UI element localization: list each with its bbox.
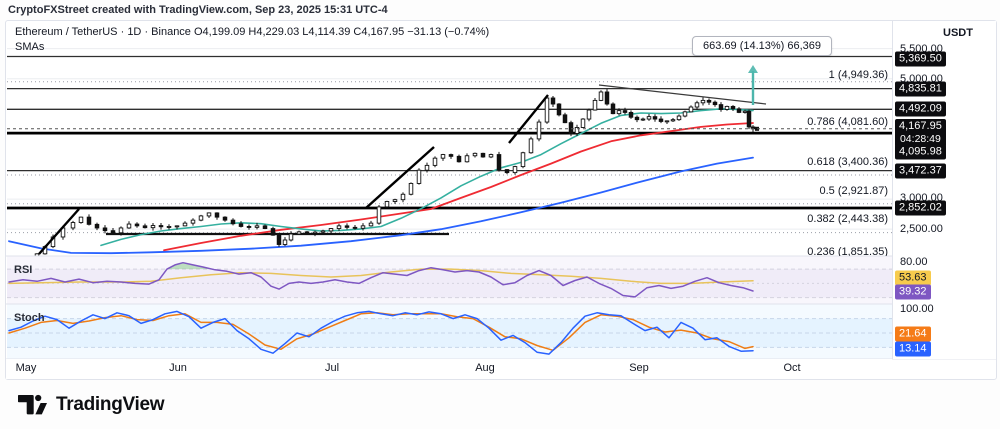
month-label-aug: Aug <box>475 362 495 374</box>
tradingview-logo-icon[interactable] <box>18 392 48 418</box>
price-panel <box>7 49 892 269</box>
chart-canvas[interactable] <box>6 21 996 379</box>
measure-arrow-head <box>748 65 758 73</box>
stoch-value-label: 100.00 <box>900 303 934 315</box>
trendline <box>509 95 548 143</box>
axis-currency-label: USDT <box>943 27 973 39</box>
chart-card: Ethereum / TetherUS · 1D · Binance O4,19… <box>5 20 997 380</box>
month-label-may: May <box>16 362 37 374</box>
trendline <box>599 85 766 104</box>
symbol-name[interactable]: Ethereum / TetherUS <box>15 26 118 38</box>
stoch-panel <box>7 305 892 360</box>
price-axis-label: 4,835.81 <box>895 82 946 97</box>
rsi-panel <box>7 257 892 305</box>
change-value: −31.13 (−0.74%) <box>407 26 489 38</box>
rsi-value-label: 80.00 <box>900 256 928 268</box>
exchange-label[interactable]: Binance <box>151 26 191 38</box>
watermark-text: CryptoFXStreet created with TradingView.… <box>8 4 388 16</box>
rsi-value-label: 53.63 <box>895 271 931 286</box>
price-axis-label: 4,095.98 <box>895 145 946 160</box>
price-axis-label: 2,852.02 <box>895 201 946 216</box>
footer: TradingView <box>18 392 164 418</box>
rsi-value-label: 39.32 <box>895 285 931 300</box>
time-axis[interactable]: May Jun Jul Aug Sep Oct <box>6 359 892 379</box>
price-axis-label: 2,500.00 <box>900 223 943 235</box>
trendline <box>39 209 79 254</box>
legend-separator: · <box>121 26 125 38</box>
indicator-legend-smas[interactable]: SMAs <box>15 41 44 53</box>
month-label-sep: Sep <box>629 362 649 374</box>
price-axis-label: 5,369.50 <box>895 52 946 67</box>
price-axis-label: 4,492.09 <box>895 102 946 117</box>
interval-label[interactable]: 1D <box>127 26 141 38</box>
month-label-jun: Jun <box>169 362 187 374</box>
measure-tooltip: 663.69 (14.13%) 66,369 <box>692 36 832 56</box>
month-label-jul: Jul <box>325 362 339 374</box>
current-price-badge: 4,167.9504:28:49 <box>895 119 946 147</box>
stoch-value-label: 21.64 <box>895 327 931 342</box>
symbol-legend[interactable]: Ethereum / TetherUS · 1D · Binance O4,19… <box>15 26 489 38</box>
stoch-panel-title[interactable]: Stoch <box>14 312 45 324</box>
measure-tooltip-text: 663.69 (14.13%) 66,369 <box>703 40 821 52</box>
rsi-panel-title[interactable]: RSI <box>14 264 32 276</box>
ohlc-values: O4,199.09 H4,229.03 L4,114.39 C4,167.95 <box>194 26 404 38</box>
stoch-value-label: 13.14 <box>895 342 931 357</box>
month-label-oct: Oct <box>783 362 800 374</box>
price-axis[interactable]: USDT 5,500.005,369.505,000.004,835.814,4… <box>892 21 996 359</box>
price-axis-label: 3,472.37 <box>895 164 946 179</box>
tradingview-brand[interactable]: TradingView <box>56 394 164 416</box>
legend-separator: · <box>144 26 148 38</box>
tradingview-chart-screenshot: CryptoFXStreet created with TradingView.… <box>0 0 1000 429</box>
